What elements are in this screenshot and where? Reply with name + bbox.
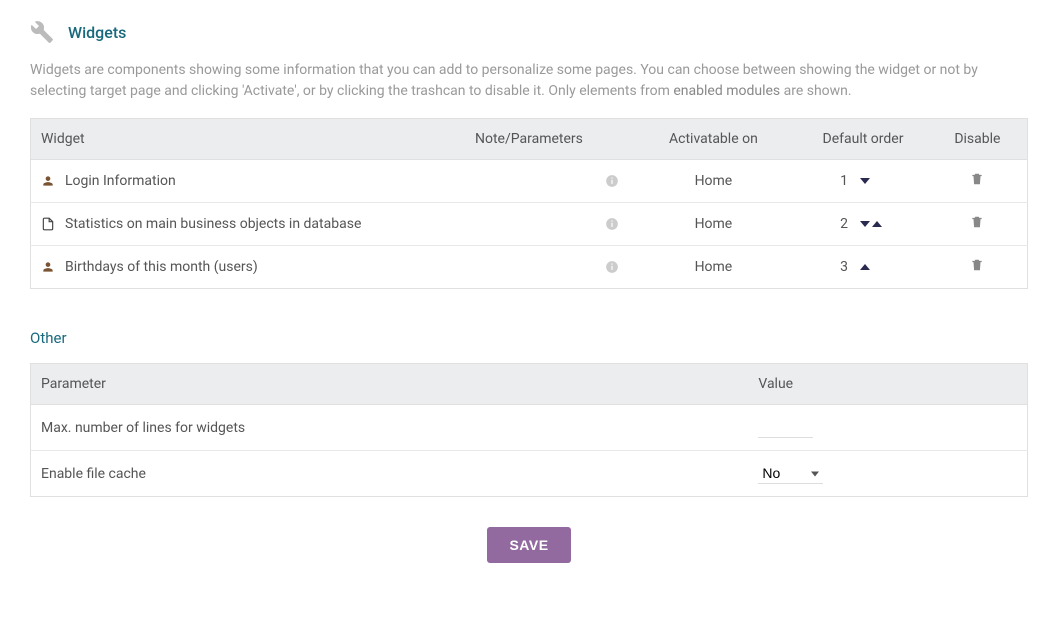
- table-row: Enable file cache No: [31, 451, 1028, 497]
- col-activatable: Activatable on: [629, 119, 799, 160]
- move-up-icon[interactable]: [860, 264, 870, 270]
- file-cache-select[interactable]: No: [758, 463, 823, 484]
- save-button[interactable]: SAVE: [487, 527, 570, 563]
- tools-icon: [30, 20, 54, 44]
- col-default-order: Default order: [798, 119, 928, 160]
- move-down-icon[interactable]: [860, 178, 870, 184]
- document-icon: [41, 217, 55, 231]
- info-icon[interactable]: [605, 260, 619, 274]
- col-parameter: Parameter: [31, 364, 749, 405]
- activatable-cell: Home: [629, 203, 799, 246]
- info-icon[interactable]: [605, 217, 619, 231]
- parameter-label: Max. number of lines for widgets: [31, 405, 749, 451]
- enabled-modules-link[interactable]: enabled modules: [673, 83, 780, 99]
- order-number: 1: [840, 173, 848, 189]
- max-lines-input[interactable]: [758, 417, 813, 438]
- activatable-cell: Home: [629, 160, 799, 203]
- table-row: Max. number of lines for widgets: [31, 405, 1028, 451]
- widgets-description: Widgets are components showing some info…: [30, 60, 1028, 102]
- table-row: Statistics on main business objects in d…: [31, 203, 1028, 246]
- widget-name: Birthdays of this month (users): [65, 259, 258, 275]
- table-row: Login Information Home 1: [31, 160, 1028, 203]
- user-icon: [41, 174, 55, 188]
- order-number: 3: [840, 259, 848, 275]
- info-icon[interactable]: [605, 174, 619, 188]
- table-row: Birthdays of this month (users) Home 3: [31, 246, 1028, 289]
- col-note: Note/Parameters: [429, 119, 628, 160]
- col-widget: Widget: [31, 119, 430, 160]
- other-table: Parameter Value Max. number of lines for…: [30, 363, 1028, 497]
- trash-icon[interactable]: [970, 172, 984, 188]
- desc-after: are shown.: [780, 83, 851, 99]
- widgets-table: Widget Note/Parameters Activatable on De…: [30, 118, 1028, 289]
- move-down-icon[interactable]: [860, 221, 870, 227]
- col-value: Value: [748, 364, 1027, 405]
- parameter-label: Enable file cache: [31, 451, 749, 497]
- widget-name: Login Information: [65, 173, 176, 189]
- widgets-section-header: Widgets: [30, 20, 1028, 44]
- widgets-title: Widgets: [68, 23, 126, 42]
- widget-name: Statistics on main business objects in d…: [65, 216, 361, 232]
- activatable-cell: Home: [629, 246, 799, 289]
- col-disable: Disable: [928, 119, 1028, 160]
- move-up-icon[interactable]: [872, 221, 882, 227]
- trash-icon[interactable]: [970, 258, 984, 274]
- user-icon: [41, 260, 55, 274]
- order-number: 2: [840, 216, 848, 232]
- other-title: Other: [30, 329, 1028, 347]
- trash-icon[interactable]: [970, 215, 984, 231]
